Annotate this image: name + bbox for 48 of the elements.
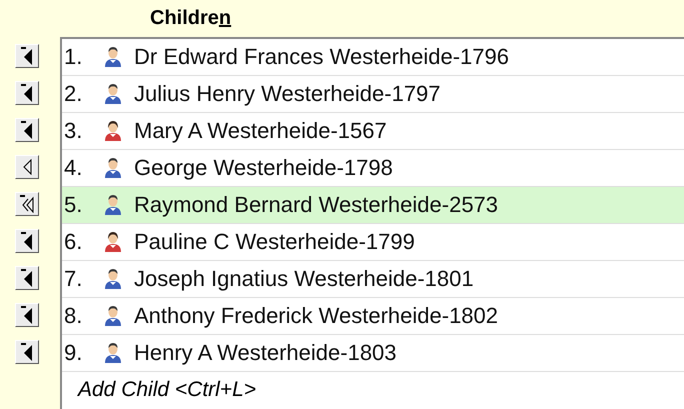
child-name: Julius Henry Westerheide-1797 xyxy=(134,81,441,107)
left-arrow-icon xyxy=(21,120,33,138)
navigate-button[interactable] xyxy=(15,118,39,142)
child-name: Henry A Westerheide-1803 xyxy=(134,340,397,366)
row-number: 4. xyxy=(63,155,84,181)
child-name: Joseph Ignatius Westerheide-1801 xyxy=(134,266,474,292)
person-icon xyxy=(104,231,122,253)
add-child-link[interactable]: Add Child <Ctrl+L> xyxy=(62,378,684,402)
child-name: Pauline C Westerheide-1799 xyxy=(134,229,415,255)
child-name: George Westerheide-1798 xyxy=(134,155,393,181)
double-left-arrow-icon xyxy=(20,194,34,212)
person-icon xyxy=(104,268,122,290)
person-icon xyxy=(104,194,122,216)
row-number: 5. xyxy=(63,192,84,218)
row-number: 7. xyxy=(63,266,84,292)
navigate-button[interactable] xyxy=(15,192,39,216)
row-number: 6. xyxy=(63,229,84,255)
person-icon xyxy=(104,46,122,68)
navigate-button[interactable] xyxy=(15,44,39,68)
navigate-button[interactable] xyxy=(15,154,39,178)
child-row[interactable]: 5. Raymond Bernard Westerheide-2573 xyxy=(62,187,684,224)
child-name: Dr Edward Frances Westerheide-1796 xyxy=(134,44,509,70)
navigate-button[interactable] xyxy=(15,80,39,104)
left-arrow-icon xyxy=(21,84,33,102)
person-icon xyxy=(104,157,122,179)
row-number: 9. xyxy=(63,340,84,366)
child-name: Anthony Frederick Westerheide-1802 xyxy=(134,303,498,329)
row-number: 2. xyxy=(63,81,84,107)
row-number: 1. xyxy=(63,44,84,70)
navigate-button[interactable] xyxy=(15,266,39,290)
child-name: Raymond Bernard Westerheide-2573 xyxy=(134,192,498,218)
left-arrow-icon xyxy=(21,268,33,286)
person-icon xyxy=(104,120,122,142)
row-number: 3. xyxy=(63,118,84,144)
left-arrow-icon xyxy=(21,342,33,360)
row-number: 8. xyxy=(63,303,84,329)
person-icon xyxy=(104,305,122,327)
person-icon xyxy=(104,342,122,364)
left-arrow-icon xyxy=(21,46,33,64)
left-arrow-icon xyxy=(21,232,33,250)
children-heading: Children xyxy=(150,7,232,30)
navigate-button[interactable] xyxy=(15,302,39,326)
child-name: Mary A Westerheide-1567 xyxy=(134,118,387,144)
navigate-button[interactable] xyxy=(15,228,39,252)
left-arrow-icon xyxy=(22,158,32,174)
person-icon xyxy=(104,83,122,105)
navigate-button[interactable] xyxy=(15,340,39,364)
left-arrow-icon xyxy=(21,306,33,324)
